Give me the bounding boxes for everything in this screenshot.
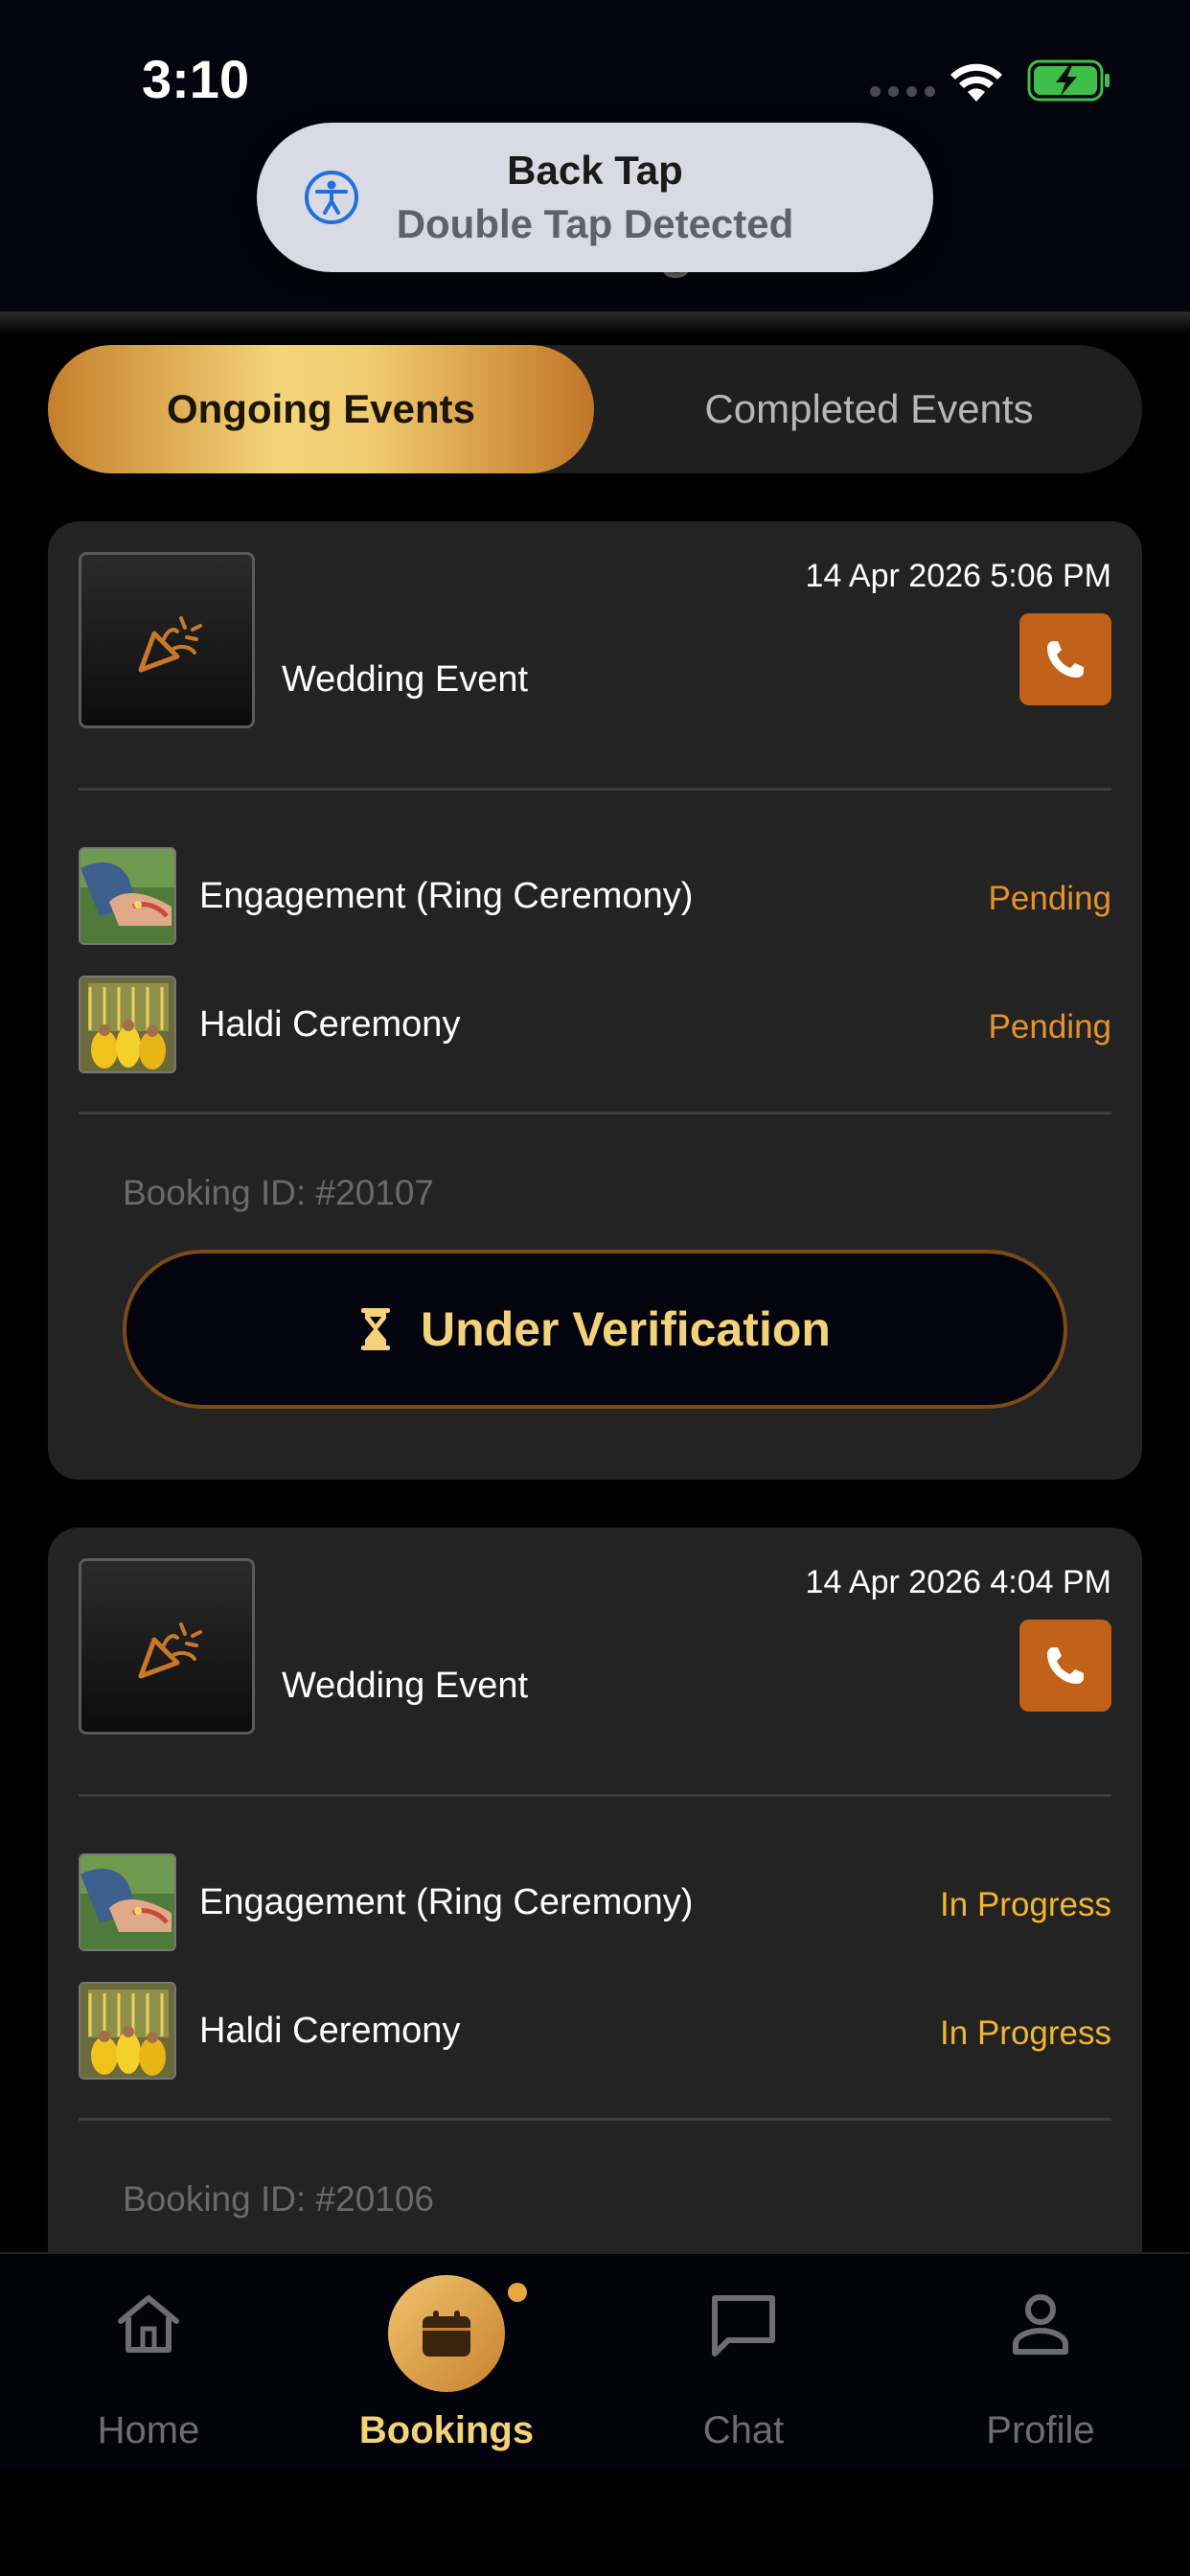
service-row[interactable]: Engagement (Ring Ceremony) In Progress	[79, 1853, 1111, 1953]
call-button[interactable]	[1019, 613, 1111, 705]
nav-home-label: Home	[97, 2409, 200, 2451]
engagement-ring-image	[79, 1853, 176, 1951]
home-icon	[118, 2295, 179, 2353]
event-name: Wedding Event	[282, 1666, 529, 1706]
toast-title: Back Tap	[507, 148, 683, 193]
under-verification-button[interactable]: Under Verification	[123, 1250, 1067, 1409]
cellular-signal-icon	[870, 86, 935, 97]
back-tap-toast: Back Tap Double Tap Detected	[257, 123, 933, 272]
under-verification-label: Under Verification	[421, 1302, 831, 1356]
divider	[79, 788, 1111, 791]
service-row[interactable]: Engagement (Ring Ceremony) Pending	[79, 847, 1111, 947]
event-name: Wedding Event	[282, 659, 529, 700]
calendar-icon	[423, 2311, 470, 2357]
phone-icon	[1047, 641, 1084, 678]
divider	[79, 2118, 1111, 2121]
service-name: Haldi Ceremony	[199, 2011, 461, 2051]
service-name: Engagement (Ring Ceremony)	[199, 1882, 694, 1922]
bookings-active-indicator	[388, 2275, 505, 2392]
nav-profile[interactable]: Profile	[892, 2254, 1189, 2471]
divider	[79, 1794, 1111, 1797]
nav-bookings[interactable]: Bookings	[298, 2254, 595, 2471]
call-button[interactable]	[1019, 1620, 1111, 1712]
divider	[79, 1112, 1111, 1115]
party-popper-icon	[138, 616, 202, 673]
profile-icon	[1013, 2294, 1068, 2355]
nav-chat[interactable]: Chat	[595, 2254, 892, 2471]
event-thumbnail	[79, 552, 255, 728]
service-name: Haldi Ceremony	[199, 1004, 461, 1045]
home-indicator-area	[0, 2469, 1190, 2576]
status-time: 3:10	[142, 49, 250, 109]
service-status: In Progress	[940, 1886, 1111, 1923]
bookings-badge	[508, 2283, 527, 2302]
party-popper-icon	[138, 1622, 202, 1679]
toast-subtitle: Double Tap Detected	[396, 201, 794, 246]
booking-id: Booking ID: #20106	[123, 2179, 435, 2219]
booking-id: Booking ID: #20107	[123, 1173, 435, 1212]
service-name: Engagement (Ring Ceremony)	[199, 876, 694, 916]
nav-bookings-label: Bookings	[358, 2409, 535, 2451]
engagement-ring-image	[79, 847, 176, 945]
phone-icon	[1047, 1647, 1084, 1684]
service-status: In Progress	[940, 2014, 1111, 2052]
nav-profile-label: Profile	[986, 2409, 1095, 2451]
event-date: 14 Apr 2026 4:04 PM	[805, 1564, 1111, 1600]
service-status: Pending	[988, 1008, 1111, 1046]
service-row[interactable]: Haldi Ceremony Pending	[79, 976, 1111, 1075]
wifi-icon	[950, 63, 1002, 102]
event-thumbnail	[79, 1558, 255, 1735]
chat-icon	[712, 2295, 775, 2357]
nav-chat-label: Chat	[702, 2409, 785, 2451]
nav-home[interactable]: Home	[0, 2254, 297, 2471]
hourglass-icon	[361, 1308, 391, 1350]
haldi-ceremony-image	[79, 1982, 176, 2080]
tab-completed-events[interactable]: Completed Events	[596, 345, 1142, 473]
service-row[interactable]: Haldi Ceremony In Progress	[79, 1982, 1111, 2082]
event-tabs: Ongoing Events Completed Events	[48, 345, 1142, 473]
haldi-ceremony-image	[79, 976, 176, 1073]
battery-icon	[1027, 59, 1110, 102]
service-status: Pending	[988, 880, 1111, 917]
header-shadow	[0, 311, 1190, 334]
booking-card[interactable]: Wedding Event 14 Apr 2026 5:06 PM Engage…	[48, 521, 1142, 1480]
tab-ongoing-events[interactable]: Ongoing Events	[48, 345, 594, 473]
bottom-navigation: Home Bookings Chat Profile	[0, 2252, 1190, 2469]
event-date: 14 Apr 2026 5:06 PM	[805, 558, 1111, 594]
